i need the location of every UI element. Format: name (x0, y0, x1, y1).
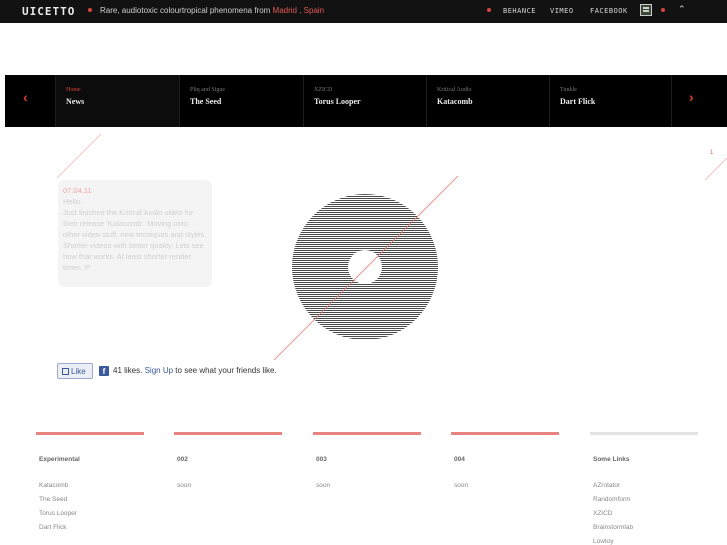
facebook-icon: f (99, 366, 109, 376)
footer-column-experimental: Experimental Katacomb The Seed Torus Loo… (36, 432, 144, 535)
site-tagline: Rare, audiotoxic colourtropical phenomen… (100, 6, 324, 15)
facebook-like-button[interactable]: Like (57, 363, 93, 379)
thumbs-up-icon (62, 368, 69, 375)
footer-link[interactable]: AZrotator (593, 479, 698, 493)
footer-column-some-links: Some Links AZrotator Randomform XZICD Br… (590, 432, 698, 545)
decor-line (273, 175, 459, 361)
column-list: soon (454, 479, 559, 493)
column-heading: 002 (177, 456, 188, 463)
slide-title: Torus Looper (314, 97, 361, 106)
top-bar: UICETTO Rare, audiotoxic colourtropical … (0, 0, 727, 23)
column-heading: 003 (316, 456, 327, 463)
slide-subtitle: XZICD (314, 87, 333, 93)
slide-divider (671, 75, 727, 127)
footer-link[interactable]: Torus Looper (39, 507, 144, 521)
footer-link[interactable]: Lowtoy (593, 535, 698, 545)
vimeo-link[interactable]: VIMEO (550, 7, 574, 15)
behance-link[interactable]: BEHANCE (503, 7, 536, 15)
column-divider-bar (451, 432, 559, 435)
like-rest: to see what your friends like. (175, 366, 277, 375)
accent-dot (487, 8, 491, 12)
site-logo[interactable]: UICETTO (22, 5, 75, 18)
post-body: Just finished the Kritical Audio video f… (63, 208, 207, 272)
like-count-text: 41 likes. Sign Up to see what your frien… (113, 366, 277, 375)
column-divider-bar (313, 432, 421, 435)
slide-title: The Seed (190, 97, 222, 106)
like-label: Like (71, 367, 86, 376)
slide-title: Katacomb (437, 97, 473, 106)
chevron-left-icon[interactable]: ‹ (23, 90, 28, 104)
footer-link[interactable]: Randomform (593, 493, 698, 507)
post-date: 07.04.11 (63, 186, 92, 195)
post-greeting: Hello. (63, 197, 83, 206)
project-slider: ‹ Home News Pliq and Sigue The Seed XZIC… (5, 75, 727, 127)
column-list: Katacomb The Seed Torus Looper Dart Flic… (39, 479, 144, 535)
column-heading: 004 (454, 456, 465, 463)
footer-column-004: 004 soon (451, 432, 559, 493)
slide-dart-flick[interactable]: Tunkle Dart Flick (549, 75, 673, 127)
footer-link[interactable]: Brainstormlab (593, 521, 698, 535)
column-divider-bar (174, 432, 282, 435)
like-count: 41 likes. (113, 366, 143, 375)
accent-dot (661, 8, 665, 12)
footer-link[interactable]: Katacomb (39, 479, 144, 493)
column-list: soon (177, 479, 282, 493)
pagination-number[interactable]: 1 (710, 150, 713, 156)
news-post-bubble: 07.04.11 Hello. Just finished the Kritic… (58, 180, 212, 287)
striped-disc-graphic (292, 194, 438, 340)
tagline-main: Rare, audiotoxic colourtropical phenomen… (100, 6, 273, 15)
column-divider-bar (36, 432, 144, 435)
footer-item: soon (177, 482, 192, 489)
chevron-right-icon[interactable]: › (689, 90, 694, 104)
footer-link[interactable]: XZICD (593, 507, 698, 521)
chevron-up-icon[interactable]: ⌃ (678, 5, 686, 14)
column-divider-bar (590, 432, 698, 435)
footer-item: soon (454, 482, 469, 489)
slide-news[interactable]: Home News (55, 75, 179, 127)
facebook-link[interactable]: FACEBOOK (590, 7, 628, 15)
slide-subtitle: Pliq and Sigue (190, 87, 226, 93)
signup-link[interactable]: Sign Up (145, 366, 173, 375)
slide-torus-looper[interactable]: XZICD Torus Looper (303, 75, 427, 127)
slide-the-seed[interactable]: Pliq and Sigue The Seed (179, 75, 303, 127)
slide-katacomb[interactable]: Kritical Audio Katacomb (426, 75, 550, 127)
accent-dot (88, 8, 92, 12)
footer-item: soon (316, 482, 331, 489)
decor-line (56, 133, 102, 179)
contact-card-icon[interactable] (640, 4, 652, 16)
slide-subtitle: Kritical Audio (437, 87, 472, 93)
column-heading: Experimental (39, 456, 80, 463)
slide-title: Dart Flick (560, 97, 596, 106)
footer-column-002: 002 soon (174, 432, 282, 493)
footer-link[interactable]: The Seed (39, 493, 144, 507)
slide-subtitle: Home (66, 87, 81, 93)
slide-subtitle: Tunkle (560, 87, 577, 93)
column-list: AZrotator Randomform XZICD Brainstormlab… (593, 479, 698, 545)
footer-column-003: 003 soon (313, 432, 421, 493)
footer-link[interactable]: Dart Flick (39, 521, 144, 535)
tagline-city: Madrid (272, 6, 297, 15)
column-heading: Some Links (593, 456, 630, 463)
tagline-country: Spain (303, 6, 325, 15)
column-list: soon (316, 479, 421, 493)
slide-title: News (66, 97, 85, 106)
decor-line (704, 157, 727, 181)
tagline-separator: , (297, 6, 304, 15)
